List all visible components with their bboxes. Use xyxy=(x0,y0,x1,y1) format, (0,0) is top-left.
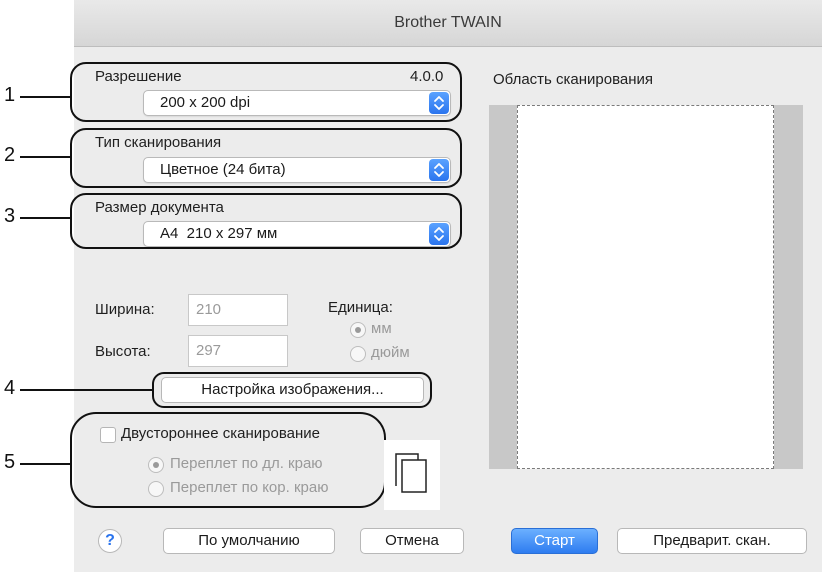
width-label: Ширина: xyxy=(95,301,155,318)
window-title: Brother TWAIN xyxy=(394,14,502,31)
resolution-label: Разрешение xyxy=(95,68,182,85)
resolution-select-value: 200 x 200 dpi xyxy=(160,94,251,111)
scan-area-preview[interactable] xyxy=(489,105,803,469)
height-label: Высота: xyxy=(95,343,151,360)
duplex-pages-icon xyxy=(395,453,427,493)
scan-type-select[interactable]: Цветное (24 бита) xyxy=(143,157,451,183)
document-size-select[interactable]: A4 210 x 297 мм xyxy=(143,221,451,247)
scan-area-label: Область сканирования xyxy=(493,71,654,88)
height-field[interactable]: 297 xyxy=(188,335,288,367)
unit-option-mm: мм xyxy=(371,320,392,337)
start-button[interactable]: Старт xyxy=(511,528,598,554)
width-field[interactable]: 210 xyxy=(188,294,288,326)
scan-type-label: Тип сканирования xyxy=(95,134,222,151)
document-size-select-value: A4 210 x 297 мм xyxy=(160,225,278,242)
unit-option-inch: дюйм xyxy=(371,344,410,361)
document-size-label: Размер документа xyxy=(95,199,224,216)
duplex-label: Двустороннее сканирование xyxy=(121,425,321,442)
unit-radio-inch[interactable] xyxy=(350,346,366,362)
callout-number-2: 2 xyxy=(4,144,16,166)
callout-number-5: 5 xyxy=(4,451,16,473)
updown-chevron-icon xyxy=(429,92,449,114)
duplex-option-short-edge: Переплет по кор. краю xyxy=(170,479,329,496)
updown-chevron-icon xyxy=(429,223,449,245)
unit-label: Единица: xyxy=(328,299,393,316)
callout-number-3: 3 xyxy=(4,205,16,227)
duplex-option-long-edge: Переплет по дл. краю xyxy=(170,455,323,472)
cancel-button[interactable]: Отмена xyxy=(360,528,464,554)
duplex-radio-short-edge[interactable] xyxy=(148,481,164,497)
callout-leader-4 xyxy=(20,389,152,391)
callout-leader-1 xyxy=(20,96,72,98)
updown-chevron-icon xyxy=(429,159,449,181)
duplex-checkbox[interactable] xyxy=(100,427,116,443)
scan-area-page[interactable] xyxy=(517,105,774,469)
image-settings-button[interactable]: Настройка изображения... xyxy=(161,377,424,403)
callout-number-1: 1 xyxy=(4,84,16,106)
default-button[interactable]: По умолчанию xyxy=(163,528,335,554)
duplex-radio-long-edge[interactable] xyxy=(148,457,164,473)
callout-leader-2 xyxy=(20,156,72,158)
callout-leader-5 xyxy=(20,463,70,465)
help-icon[interactable]: ? xyxy=(98,529,122,553)
version-label: 4.0.0 xyxy=(410,68,444,85)
unit-radio-mm[interactable] xyxy=(350,322,366,338)
scan-type-select-value: Цветное (24 бита) xyxy=(160,161,286,178)
duplex-preview-panel xyxy=(384,440,440,510)
callout-leader-3 xyxy=(20,217,72,219)
callout-number-4: 4 xyxy=(4,377,16,399)
resolution-select[interactable]: 200 x 200 dpi xyxy=(143,90,451,116)
prescan-button[interactable]: Предварит. скан. xyxy=(617,528,807,554)
